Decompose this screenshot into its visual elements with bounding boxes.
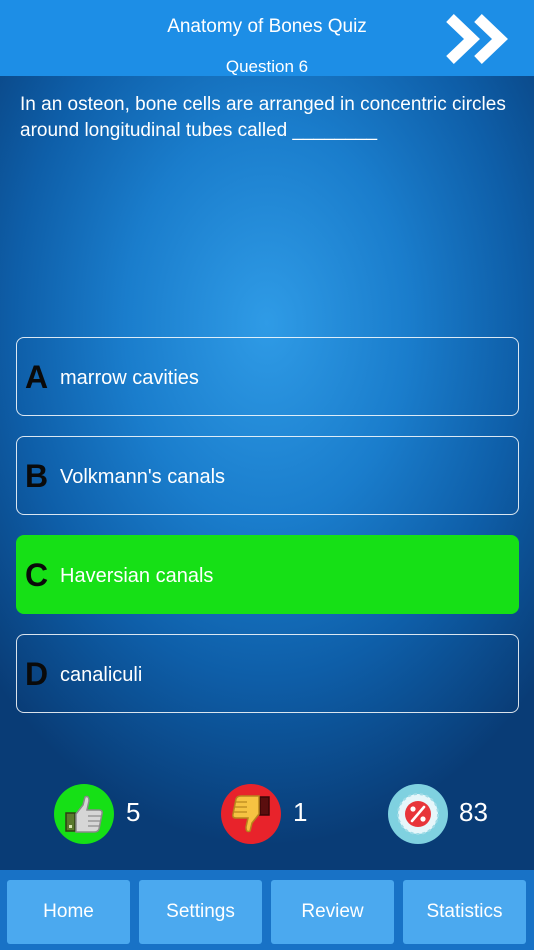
answer-letter: C bbox=[25, 557, 49, 593]
answer-option-c[interactable]: C Haversian canals bbox=[16, 535, 519, 614]
header-bar: Anatomy of Bones Quiz Question 6 bbox=[0, 0, 534, 76]
tab-statistics[interactable]: Statistics bbox=[403, 880, 526, 944]
answer-label: canaliculi bbox=[60, 664, 143, 686]
answer-option-a[interactable]: A marrow cavities bbox=[16, 337, 519, 416]
bottom-tab-bar: Home Settings Review Statistics bbox=[0, 870, 534, 950]
thumbs-up-icon bbox=[54, 784, 114, 844]
percent-score: 83 bbox=[459, 797, 488, 827]
correct-count: 5 bbox=[126, 797, 141, 827]
answer-option-b[interactable]: B Volkmann's canals bbox=[16, 436, 519, 515]
answer-letter: D bbox=[25, 656, 49, 692]
thumbs-down-icon bbox=[221, 784, 281, 844]
wrong-count: 1 bbox=[293, 797, 308, 827]
answer-label: marrow cavities bbox=[60, 367, 199, 389]
answer-label: Haversian canals bbox=[60, 565, 214, 587]
answer-label: Volkmann's canals bbox=[60, 466, 226, 488]
tab-review[interactable]: Review bbox=[271, 880, 394, 944]
percent-badge-icon bbox=[388, 784, 448, 844]
answer-option-d[interactable]: D canaliculi bbox=[16, 634, 519, 713]
double-chevron-right-icon bbox=[446, 14, 508, 64]
answer-letter: B bbox=[25, 458, 49, 494]
question-text: In an osteon, bone cells are arranged in… bbox=[20, 94, 506, 141]
next-question-button[interactable] bbox=[444, 12, 516, 66]
tab-home[interactable]: Home bbox=[7, 880, 130, 944]
tab-settings[interactable]: Settings bbox=[139, 880, 262, 944]
answer-letter: A bbox=[25, 359, 49, 395]
